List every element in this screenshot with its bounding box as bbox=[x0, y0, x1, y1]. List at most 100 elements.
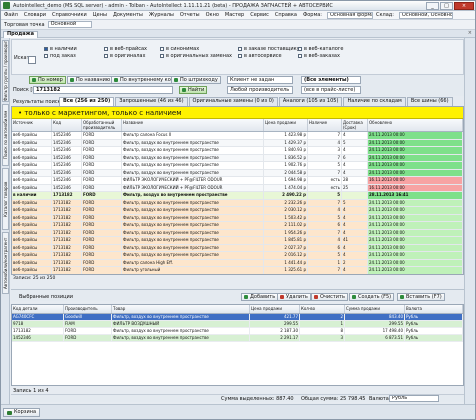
filter-web-orders[interactable]: в веб-заказах bbox=[298, 53, 340, 59]
filter-in-stock[interactable]: в наличии bbox=[44, 46, 77, 52]
tab-original-replacements[interactable]: Оригинальные замены (0 из 0) bbox=[188, 97, 278, 106]
menu-wizard[interactable]: Мастер bbox=[222, 12, 247, 18]
col-code[interactable]: Код bbox=[52, 119, 82, 131]
search-by-name-button[interactable]: По названию bbox=[67, 76, 114, 84]
add-button[interactable]: Добавить bbox=[241, 293, 279, 301]
close-tab-icon[interactable]: × bbox=[468, 30, 472, 36]
table-row[interactable]: веб-прайсы 1713182 FORD Фильтр, воздух во в… bbox=[12, 207, 463, 215]
tab-all-results[interactable]: Все (256 из 250) bbox=[59, 97, 115, 106]
menu-journals[interactable]: Журналы bbox=[146, 12, 177, 18]
col-name[interactable]: Название bbox=[122, 119, 264, 131]
menu-reports[interactable]: Отчеты bbox=[177, 12, 203, 18]
table-row[interactable]: веб-прайсы 1713182 FORD Фильтр, воздух во в… bbox=[12, 237, 463, 245]
title-bar[interactable]: Autointellect_demo (MS SQL server) - adm… bbox=[1, 1, 475, 11]
create-button[interactable]: Создать (F5) bbox=[349, 293, 395, 301]
table-row[interactable]: веб-прайсы 1452346 FORD Фильтр, воздух во в… bbox=[12, 147, 463, 155]
currency-select[interactable]: Рубль bbox=[389, 395, 439, 402]
menu-window[interactable]: Окно bbox=[203, 12, 222, 18]
col-updated[interactable]: Обновлено bbox=[368, 119, 463, 131]
pricelist-select[interactable]: (все в прайс-листе) bbox=[301, 86, 361, 94]
insert-button[interactable]: Вставить (F7) bbox=[397, 293, 445, 301]
maximize-button[interactable]: □ bbox=[440, 2, 453, 10]
col-part-code[interactable]: Код детали bbox=[12, 305, 64, 313]
client-select[interactable]: Клиент не задан bbox=[227, 76, 293, 84]
minimize-button[interactable]: _ bbox=[426, 2, 439, 10]
tab-sale[interactable]: Продажа bbox=[3, 31, 38, 38]
table-row[interactable]: веб-прайсы 1452346 FORD Фильтр, воздух во в… bbox=[12, 139, 463, 147]
col-qty[interactable]: Кол-во bbox=[300, 305, 345, 313]
cart-button[interactable]: Корзина bbox=[3, 408, 41, 417]
filter-supplier-order[interactable]: в заказе поставщику bbox=[238, 46, 300, 52]
table-row[interactable]: в наличии 1713182 FORD Фильтр, воздух во вн… bbox=[12, 192, 463, 200]
tab-tires[interactable]: Все шины (66) bbox=[406, 97, 453, 106]
sidebar-tab-filter[interactable]: Фильтр группы / производитель bbox=[2, 40, 9, 102]
search-by-number-button[interactable]: По номер bbox=[29, 76, 66, 84]
col-sum[interactable]: Сумма продажи bbox=[345, 305, 405, 313]
menu-dictionaries[interactable]: Словари bbox=[21, 12, 49, 18]
col-price[interactable]: Цена продажи bbox=[264, 119, 308, 131]
tab-requested[interactable]: Запрошенные (46 из 46) bbox=[115, 97, 188, 106]
col-currency[interactable]: Валюта bbox=[405, 305, 463, 313]
table-row[interactable]: веб-прайсы 1713182 FORD Фильтр, воздух во в… bbox=[12, 252, 463, 260]
manufacturer-select[interactable]: Любой производитель bbox=[227, 86, 293, 94]
menu-service[interactable]: Сервис bbox=[247, 12, 272, 18]
table-row[interactable]: веб-прайсы 1452346 FORD Фильтр, воздух во в… bbox=[12, 154, 463, 162]
table-row[interactable]: веб-прайсы 1713182 FORD Фильтр, воздух во в… bbox=[12, 222, 463, 230]
table-row[interactable]: веб-прайсы 1452346 FORD Фильтр салона Focus… bbox=[12, 132, 463, 140]
sidebar-tab-catalog[interactable]: Каталог товаров bbox=[2, 168, 9, 230]
point-select[interactable]: Основной bbox=[47, 21, 92, 28]
search-by-inner-code-button[interactable]: По внутреннему коду bbox=[111, 76, 181, 84]
cell-stock: 7 bbox=[308, 229, 342, 236]
filter-autoservice[interactable]: в автосервисе bbox=[238, 53, 282, 59]
menu-file[interactable]: Файл bbox=[1, 12, 21, 18]
filter-on-order[interactable]: под заказ bbox=[44, 53, 76, 59]
col-price[interactable]: Цена продажи bbox=[250, 305, 300, 313]
filter-originals[interactable]: в оригиналах bbox=[104, 53, 145, 59]
results-label: Результаты поиска: bbox=[13, 99, 66, 105]
menu-prices[interactable]: Цены bbox=[90, 12, 110, 18]
filter-web-prices[interactable]: в веб-прайсах bbox=[104, 46, 147, 52]
table-row[interactable]: веб-прайсы 1452346 FORD ФИЛЬТР ЭКОЛОГИЧЕСКИ… bbox=[12, 184, 463, 192]
col-source[interactable]: Источник bbox=[12, 119, 52, 131]
form-select[interactable]: Основная форма bbox=[327, 11, 373, 19]
col-delivery[interactable]: Доставка (Срок) bbox=[342, 119, 368, 131]
table-row[interactable]: веб-прайсы 1713182 FORD Фильтр, воздух во в… bbox=[12, 244, 463, 252]
warehouse-select[interactable]: Основной, Основной кла bbox=[398, 11, 453, 19]
filter-original-replacements[interactable]: в оригинальных заменах bbox=[160, 53, 232, 59]
table-row[interactable]: веб-прайсы 1452346 FORD Фильтр, воздух во в… bbox=[12, 162, 463, 170]
delete-button[interactable]: Удалить bbox=[277, 293, 311, 301]
tab-stock-by-warehouse[interactable]: Наличие по складам bbox=[343, 97, 406, 106]
table-row[interactable]: AG740CFC Goodwill Фильтр, воздух во внутре… bbox=[12, 314, 463, 321]
table-row[interactable]: веб-прайсы 1452346 FORD ФИЛЬТР ЭКОЛОГИЧЕСКИ… bbox=[12, 177, 463, 185]
table-row[interactable]: 1452346 FORD Фильтр, воздух во внутреннем … bbox=[12, 335, 463, 342]
search-by-barcode-button[interactable]: По штрихкоду bbox=[171, 76, 221, 84]
table-row[interactable]: веб-прайсы 1713182 FORD Фильтр, воздух во в… bbox=[12, 229, 463, 237]
sidebar-tab-contractor[interactable]: Автомобили/контрагент bbox=[2, 232, 9, 294]
table-row[interactable]: веб-прайсы 1713182 FORD Фильтр угольный 1 32… bbox=[12, 267, 463, 274]
sidebar-tab-cars[interactable]: Поиск по автомобилям bbox=[2, 104, 9, 166]
menu-help[interactable]: Справка bbox=[272, 12, 300, 18]
table-row[interactable]: 9718 FIAM ФИЛЬТР ВОЗДУШНЫЙ 299.55 1 299.55 Руб… bbox=[12, 321, 463, 328]
filter-synonyms[interactable]: в синонимах bbox=[160, 46, 199, 52]
col-product[interactable]: Товар bbox=[112, 305, 250, 313]
search-input[interactable]: 1713182 bbox=[33, 86, 173, 94]
table-row[interactable]: веб-прайсы 1713182 FORD Фильтр, воздух во в… bbox=[12, 199, 463, 207]
find-button[interactable]: Найти bbox=[179, 86, 208, 94]
all-elements-select[interactable]: (Все элементы) bbox=[301, 76, 361, 84]
col-manufacturer[interactable]: Производитель bbox=[64, 305, 112, 313]
table-row[interactable]: 1713182 FORD Фильтр, воздух во внутреннем … bbox=[12, 328, 463, 335]
table-row[interactable]: веб-прайсы 1452346 FORD Фильтр, воздух во в… bbox=[12, 169, 463, 177]
cell-price: 1 503.42 р bbox=[264, 214, 308, 221]
tab-analogs[interactable]: Аналоги (105 из 105) bbox=[278, 97, 343, 106]
filter-web-catalog[interactable]: в веб-каталоге bbox=[298, 46, 343, 52]
menu-documents[interactable]: Документы bbox=[110, 12, 146, 18]
search-icon bbox=[32, 78, 36, 82]
table-row[interactable]: веб-прайсы 1713182 FORD Фильтр салона High … bbox=[12, 259, 463, 267]
menu-references[interactable]: Справочники bbox=[49, 12, 90, 18]
col-stock[interactable]: Наличие bbox=[308, 119, 342, 131]
col-manufacturer[interactable]: Обработанный производитель bbox=[82, 119, 122, 131]
close-button[interactable]: × bbox=[454, 2, 474, 10]
table-row[interactable]: веб-прайсы 1713182 FORD Фильтр, воздух во в… bbox=[12, 214, 463, 222]
clear-button[interactable]: Очистить bbox=[311, 293, 348, 301]
search-all-checkbox[interactable] bbox=[28, 56, 36, 64]
